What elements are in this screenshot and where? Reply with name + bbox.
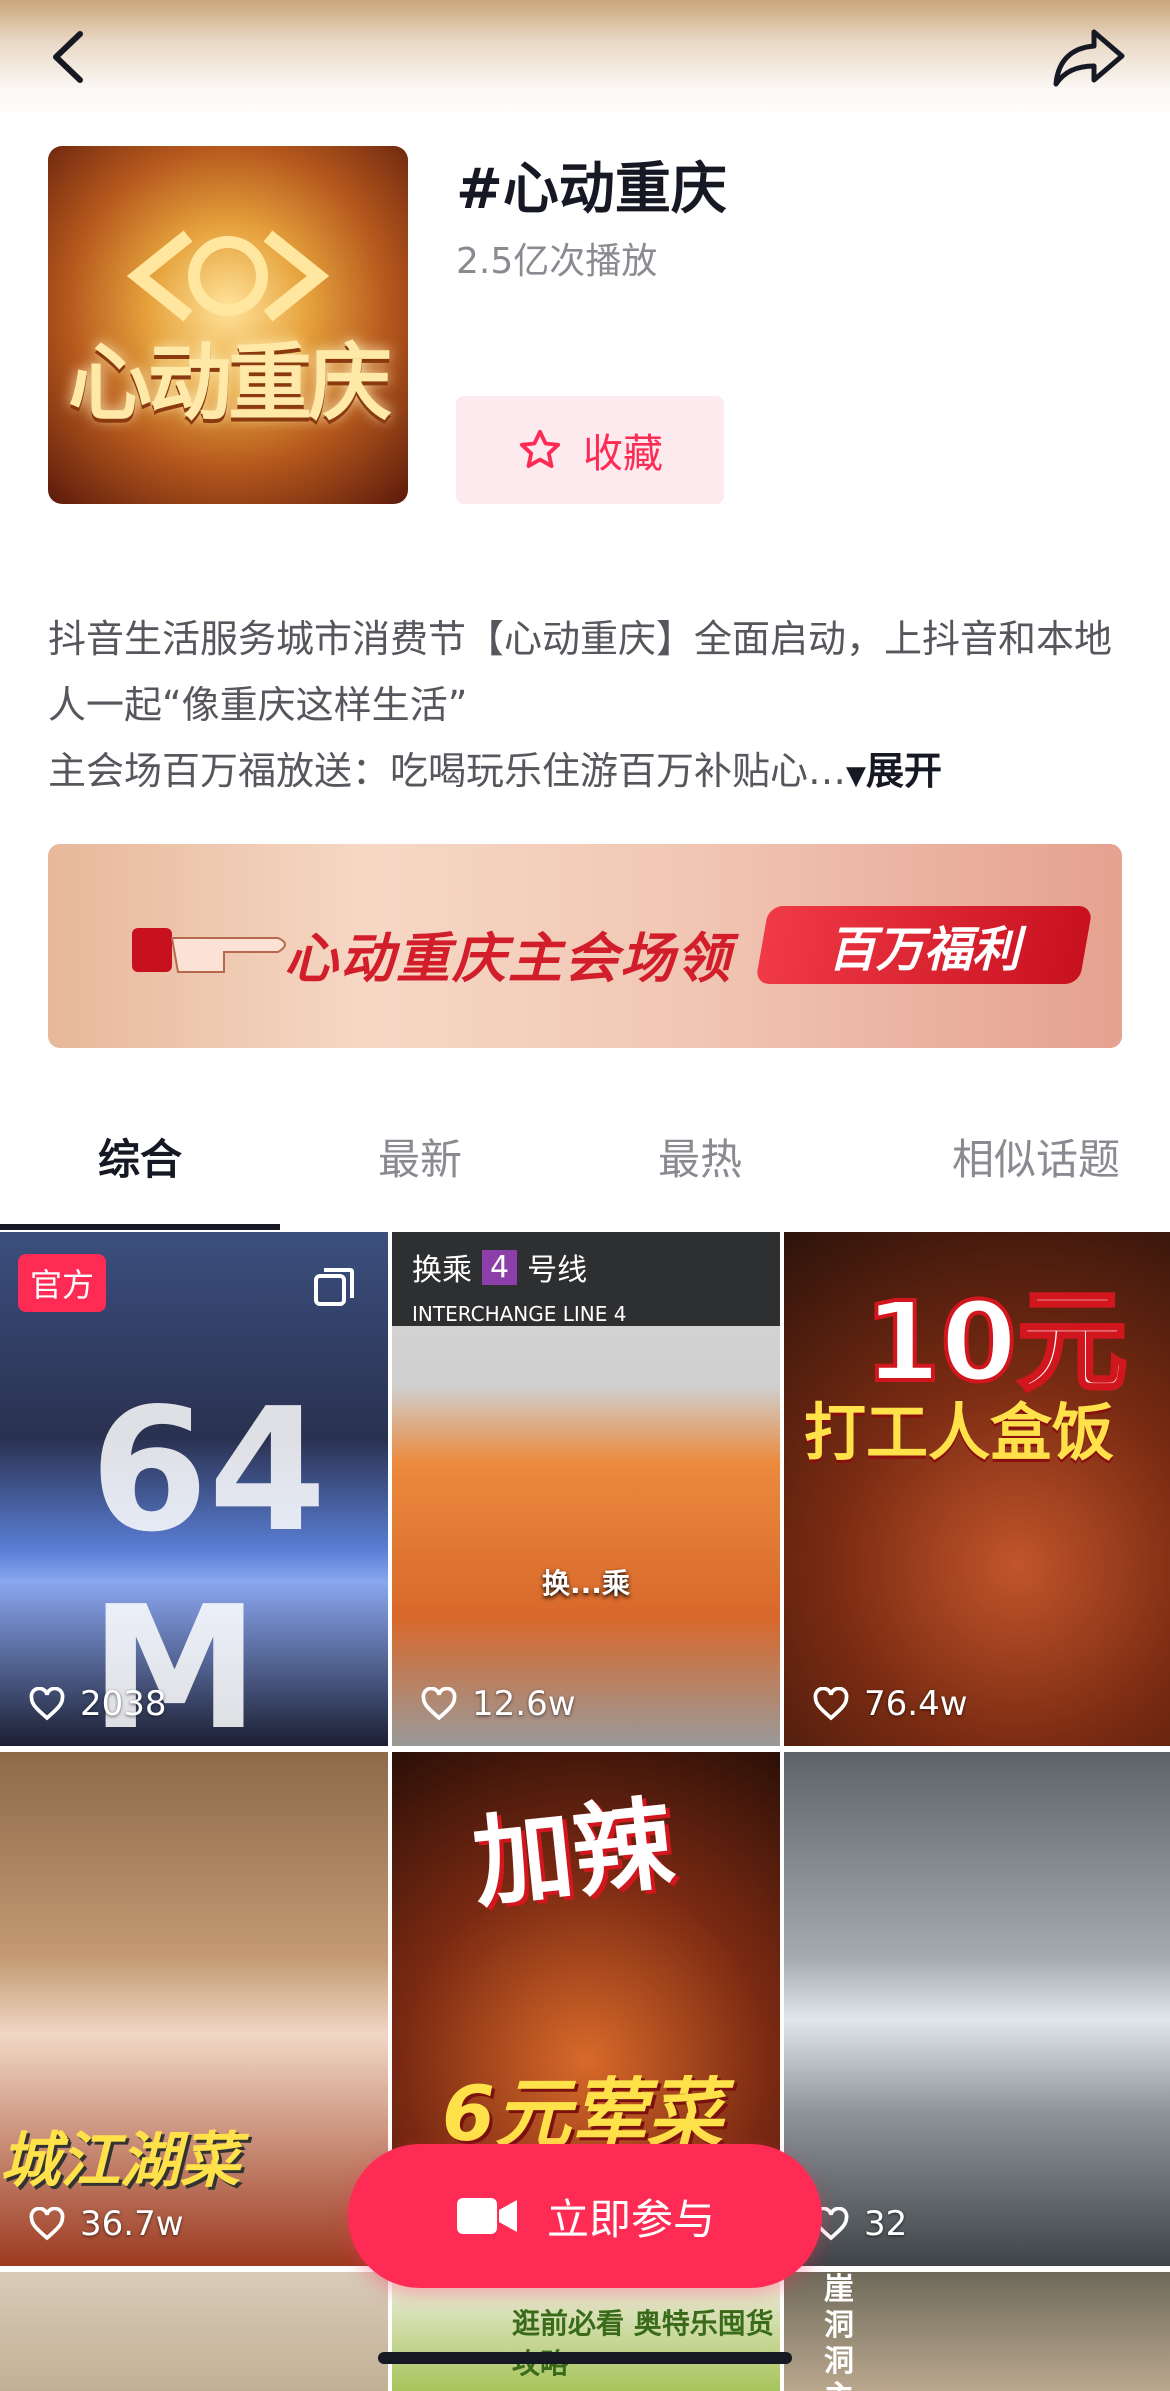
heart-outline-icon <box>421 1687 457 1721</box>
like-count: 12.6w <box>420 1684 576 1724</box>
heart-outline-icon <box>29 2207 65 2241</box>
star-outline-icon <box>519 429 561 469</box>
topic-title: #心动重庆 <box>456 157 727 222</box>
share-arrow-icon[interactable] <box>1050 22 1130 92</box>
video-card[interactable]: 64 M 官方 2038 <box>0 1232 388 1746</box>
expand-link[interactable]: ▼展开 <box>846 749 942 793</box>
promo-banner[interactable]: 心动重庆主会场领 百万福利 <box>48 844 1122 1048</box>
sign-line-text: 号线 <box>527 1253 588 1288</box>
video-overlay-text: 城江湖菜 <box>0 2126 240 2196</box>
like-count-value: 2038 <box>80 1684 167 1724</box>
top-bar <box>0 0 1170 120</box>
video-card[interactable]: 逛前必看 奥特乐囤货攻略 <box>392 2272 780 2391</box>
expand-label: 展开 <box>866 749 943 793</box>
tab-similar-topics[interactable]: 相似话题 <box>840 1110 1170 1230</box>
topic-cover-image: 心动重庆 <box>48 146 408 504</box>
banner-text: 心动重庆主会场领 <box>284 927 732 990</box>
video-camera-icon <box>456 2198 517 2234</box>
official-badge: 官方 <box>18 1254 107 1312</box>
banner-pill: 百万福利 <box>755 906 1093 984</box>
like-count: 2038 <box>28 1684 167 1724</box>
cover-text: 心动重庆 <box>67 334 392 432</box>
description-text: 主会场百万福放送：吃喝玩乐住游百万补贴心… <box>48 749 847 793</box>
like-count-value: 32 <box>864 2204 908 2244</box>
tab-hottest[interactable]: 最热 <box>560 1110 840 1230</box>
join-now-button[interactable]: 立即参与 <box>348 2144 822 2288</box>
join-now-label: 立即参与 <box>546 2194 715 2244</box>
sign-text: 换乘 <box>412 1253 472 1288</box>
favorite-label: 收藏 <box>583 431 663 477</box>
description-line-2: 主会场百万福放送：吃喝玩乐住游百万补贴心…▼展开 <box>48 738 1128 809</box>
video-card[interactable]: 10元 打工人盒饭 76.4w <box>784 1232 1170 1746</box>
play-count: 2.5亿次播放 <box>456 241 658 282</box>
topic-description: 抖音生活服务城市消费节【心动重庆】全面启动，上抖音和本地人一起“像重庆这样生活”… <box>48 606 1128 809</box>
pointing-hand-icon <box>132 928 286 973</box>
video-card[interactable]: 崖洞洞主 <box>784 2272 1170 2391</box>
video-overlay-subtext: 打工人盒饭 <box>804 1396 1115 1469</box>
multi-image-icon <box>314 1268 354 1306</box>
video-caption: 崖洞洞主 <box>824 2272 854 2391</box>
video-card[interactable]: 城江湖菜 36.7w <box>0 1752 388 2266</box>
description-line-1: 抖音生活服务城市消费节【心动重庆】全面启动，上抖音和本地人一起“像重庆这样生活” <box>48 617 1113 727</box>
tab-latest[interactable]: 最新 <box>280 1110 560 1230</box>
video-overlay-text: 加辣 <box>467 1784 679 1923</box>
like-count-value: 36.7w <box>80 2204 184 2244</box>
tab-comprehensive[interactable]: 综合 <box>0 1110 280 1230</box>
video-card[interactable]: 换乘 4 号线 INTERCHANGE LINE 4 换...乘 12.6w <box>392 1232 780 1746</box>
like-count: 76.4w <box>812 1684 968 1724</box>
like-count-value: 76.4w <box>864 1684 968 1724</box>
banner-pill-label: 百万福利 <box>827 922 1020 978</box>
sign-line-number: 4 <box>482 1249 518 1285</box>
video-card[interactable]: 32 <box>784 1752 1170 2266</box>
tab-bar: 综合 最新 最热 相似话题 <box>0 1110 1170 1230</box>
like-count: 36.7w <box>28 2204 184 2244</box>
home-indicator <box>378 2352 792 2364</box>
favorite-button[interactable]: 收藏 <box>456 396 724 504</box>
heart-outline-icon <box>813 1687 849 1721</box>
like-count: 32 <box>812 2204 907 2244</box>
video-caption: 逛前必看 奥特乐囤货攻略 <box>512 2307 774 2380</box>
video-caption: 换...乘 <box>542 1567 630 1600</box>
caret-down-icon: ▼ <box>846 761 867 791</box>
sign-english: INTERCHANGE LINE 4 <box>392 1302 780 1326</box>
chevron-left-icon[interactable] <box>40 22 100 92</box>
subway-sign: 换乘 4 号线 <box>392 1232 780 1302</box>
heart-outline-icon <box>29 1687 65 1721</box>
like-count-value: 12.6w <box>472 1684 576 1724</box>
video-card[interactable] <box>0 2272 388 2391</box>
